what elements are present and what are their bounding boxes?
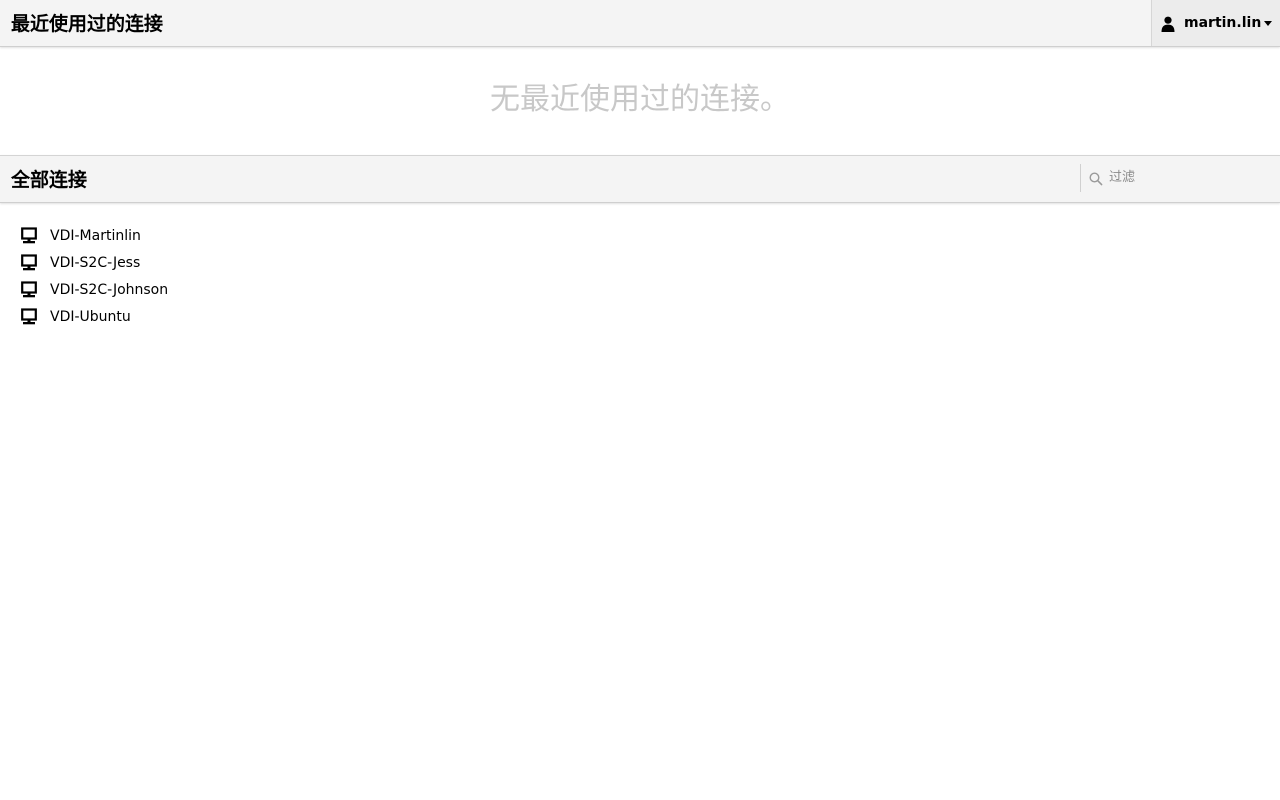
recent-connections-header: 最近使用过的连接 martin.lin (0, 0, 1280, 47)
search-icon (1089, 171, 1103, 186)
connection-name: VDI-S2C-Johnson (50, 281, 169, 298)
page-title: 最近使用过的连接 (11, 13, 164, 35)
no-recent-connections-message: 无最近使用过的连接。 (490, 82, 790, 117)
caret-down-icon (1264, 21, 1272, 26)
connection-item-vdi-martinlin[interactable]: VDI-Martinlin (20, 222, 168, 249)
monitor-icon (20, 280, 38, 299)
connection-item-vdi-s2c-jess[interactable]: VDI-S2C-Jess (20, 249, 168, 276)
user-icon (1161, 16, 1175, 32)
monitor-icon (20, 226, 38, 245)
monitor-icon (20, 253, 38, 272)
connection-item-vdi-s2c-johnson[interactable]: VDI-S2C-Johnson (20, 276, 168, 303)
filter-input[interactable] (1109, 166, 1275, 188)
connection-name: VDI-S2C-Jess (50, 254, 141, 271)
connection-item-vdi-ubuntu[interactable]: VDI-Ubuntu (20, 303, 168, 330)
all-connections-header: 全部连接 (0, 155, 1280, 203)
connection-list: VDI-Martinlin VDI-S2C-Jess VDI-S2C-Johns… (20, 222, 168, 330)
section-title: 全部连接 (11, 169, 88, 191)
connection-name: VDI-Martinlin (50, 227, 141, 244)
filter-box (1080, 164, 1280, 192)
monitor-icon (20, 307, 38, 326)
connection-name: VDI-Ubuntu (50, 308, 131, 325)
user-menu-button[interactable]: martin.lin (1151, 0, 1280, 46)
username-label: martin.lin (1184, 15, 1262, 31)
